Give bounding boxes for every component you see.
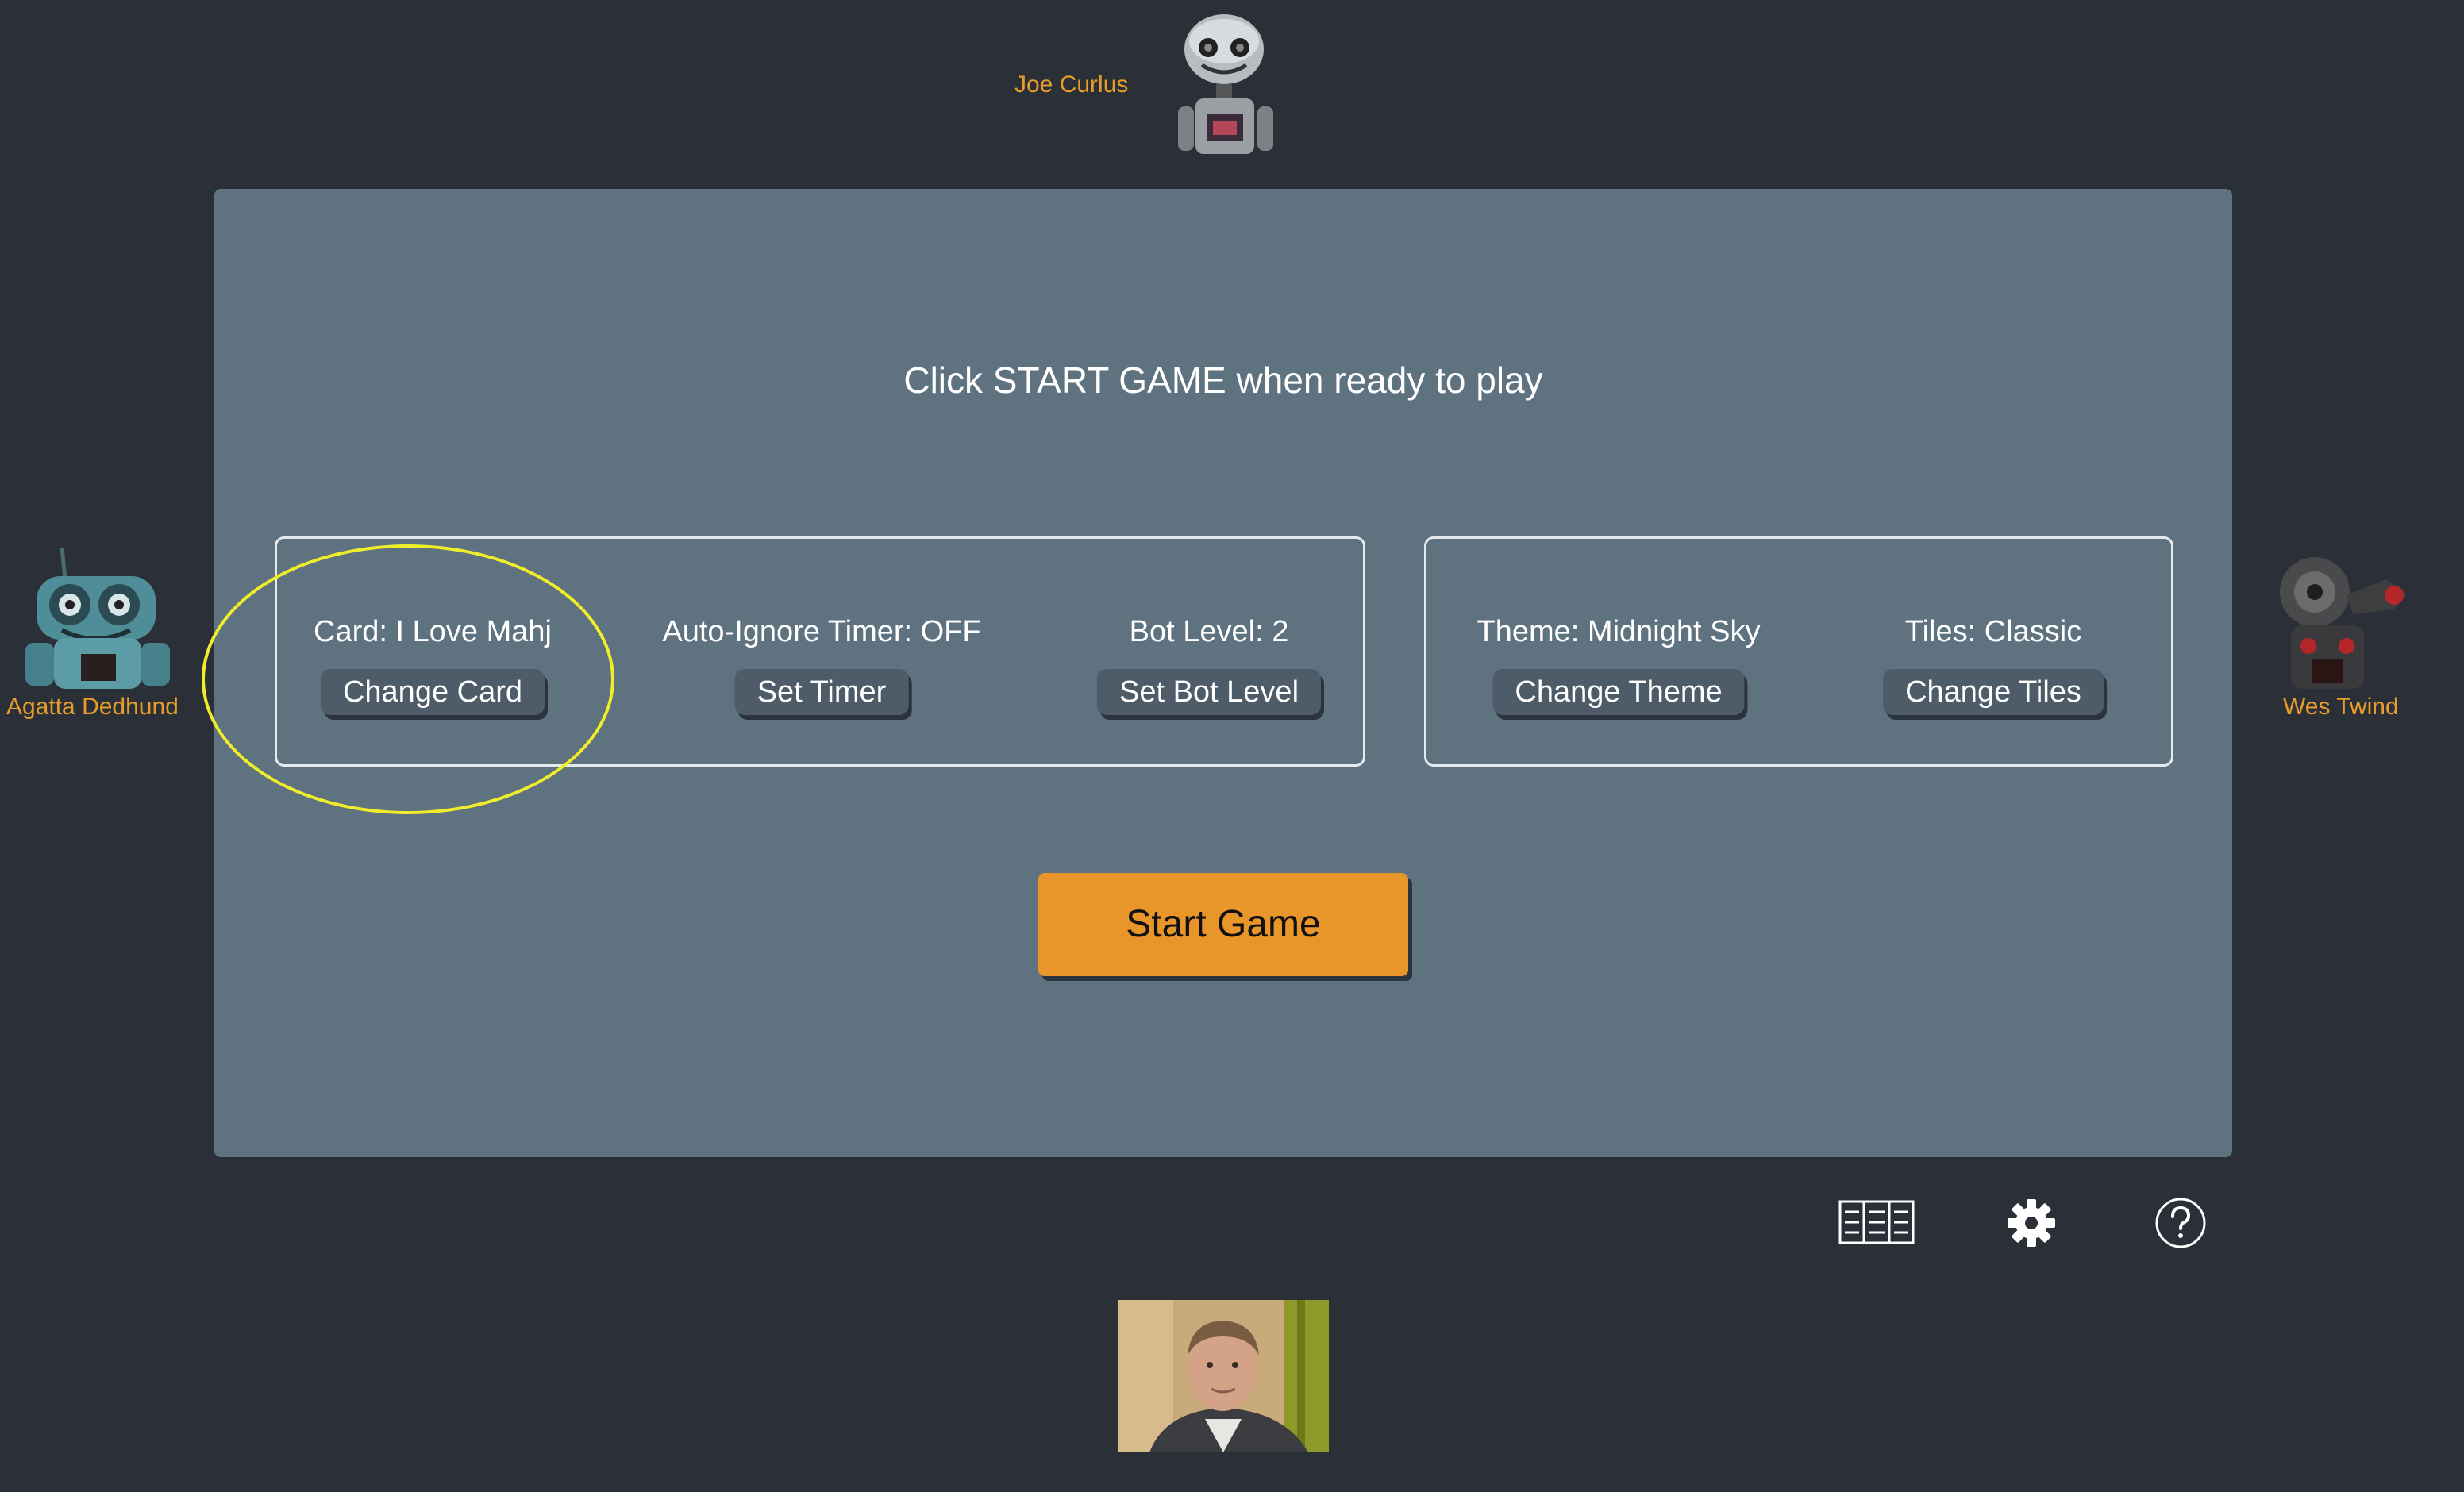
bot-level-label: Bot Level: 2 xyxy=(1129,615,1289,648)
timer-setting-label: Auto-Ignore Timer: OFF xyxy=(662,615,981,648)
help-icon[interactable] xyxy=(2154,1197,2207,1249)
change-card-button[interactable]: Change Card xyxy=(320,669,545,715)
tiles-setting-label: Tiles: Classic xyxy=(1904,615,2082,648)
robot-avatar-left xyxy=(22,547,173,689)
player-name-top: Joe Curlus xyxy=(1014,71,1129,98)
card-icon[interactable] xyxy=(1838,1200,1915,1244)
start-game-button[interactable]: Start Game xyxy=(1038,873,1408,976)
change-theme-button[interactable]: Change Theme xyxy=(1492,669,1745,715)
set-timer-button[interactable]: Set Timer xyxy=(734,669,909,715)
change-tiles-button[interactable]: Change Tiles xyxy=(1883,669,2104,715)
theme-setting-label: Theme: Midnight Sky xyxy=(1476,615,1761,648)
robot-avatar-top xyxy=(1175,13,1278,159)
card-setting-label: Card: I Love Mahj xyxy=(314,615,552,648)
game-settings-group: Card: I Love Mahj Change Card Auto-Ignor… xyxy=(275,536,1365,767)
gear-icon[interactable] xyxy=(2007,1198,2056,1248)
robot-avatar-right xyxy=(2267,548,2418,689)
appearance-settings-group: Theme: Midnight Sky Change Theme Tiles: … xyxy=(1424,536,2173,767)
player-name-left: Agatta Dedhund xyxy=(6,694,179,720)
game-setup-panel: Click START GAME when ready to play Card… xyxy=(202,189,2232,1157)
user-avatar-photo xyxy=(1118,1300,1329,1452)
player-name-right: Wes Twind xyxy=(2283,694,2399,720)
set-bot-level-button[interactable]: Set Bot Level xyxy=(1096,669,1322,715)
instruction-text: Click START GAME when ready to play xyxy=(903,360,1543,401)
